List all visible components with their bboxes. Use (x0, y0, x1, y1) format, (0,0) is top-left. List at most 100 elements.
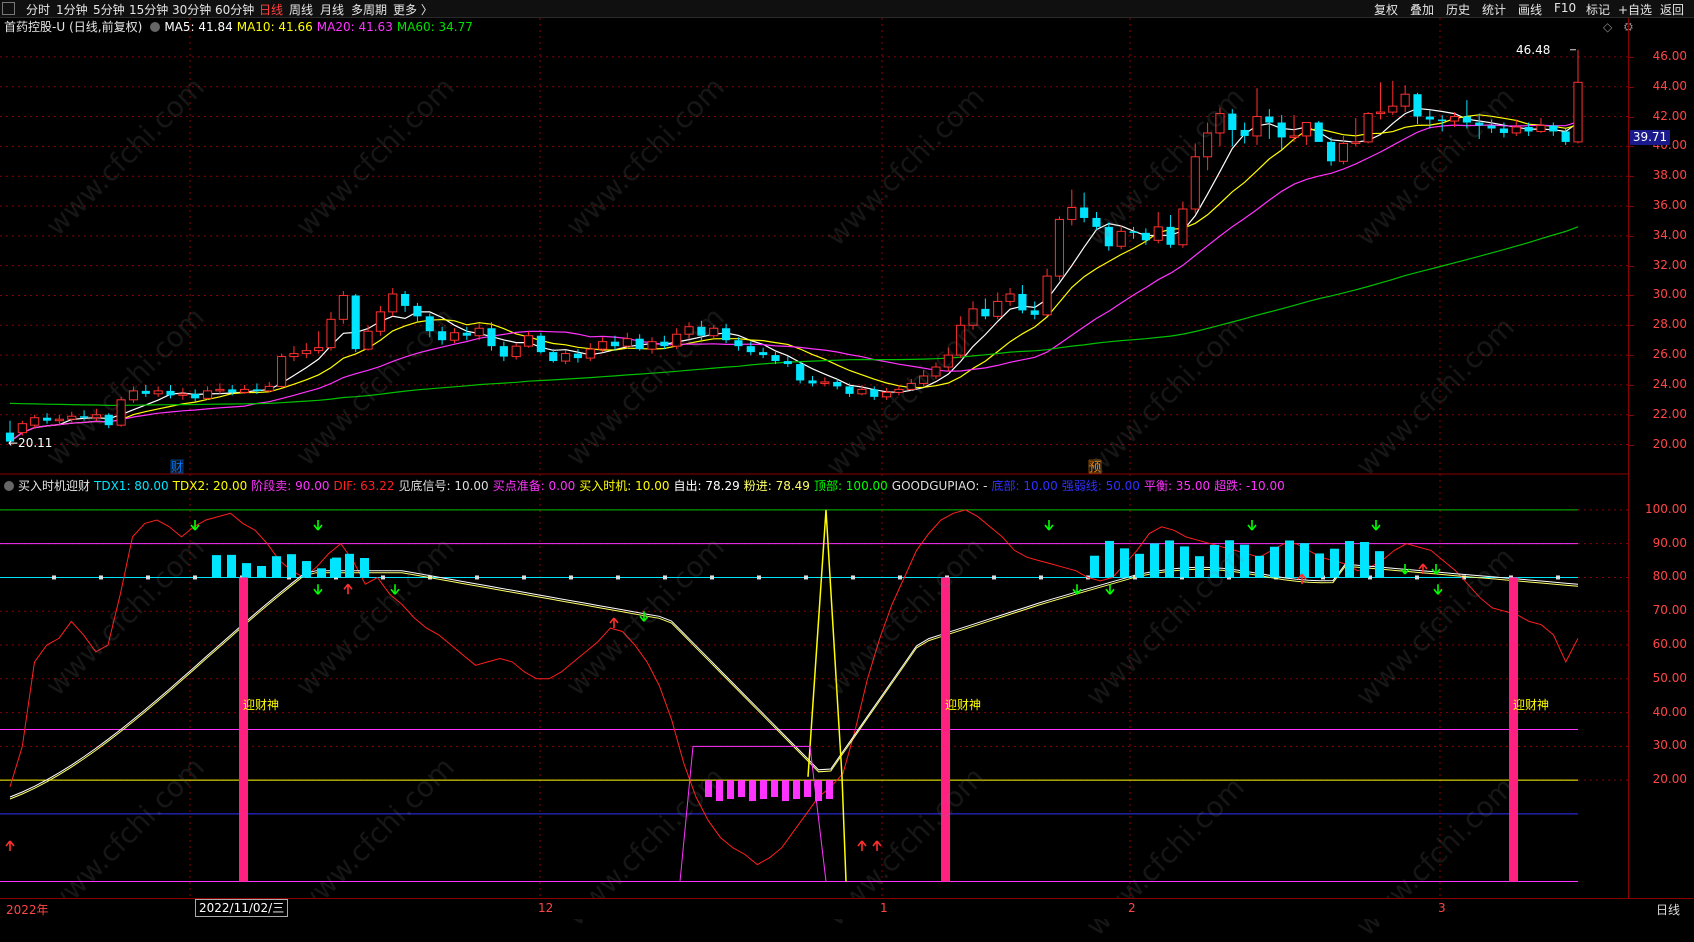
down-arrow-icon (1371, 520, 1381, 531)
candle-body (401, 293, 410, 306)
osc-tick: 20.00 (1652, 772, 1687, 787)
candle-body (622, 338, 632, 347)
osc-dot (522, 575, 526, 580)
candle-body (573, 353, 583, 359)
candle-body (363, 330, 373, 350)
ma60-value: MA60: 34.77 (396, 20, 473, 34)
candle-body (1005, 293, 1015, 302)
cyan-bar (1135, 553, 1144, 578)
candle-body (1289, 135, 1299, 138)
price-tick: 38.00 (1652, 168, 1687, 183)
candle-body (1338, 142, 1348, 162)
candle-body (1153, 226, 1163, 241)
date-cursor: 2022/11/02/三 (195, 899, 289, 917)
neg-bar (804, 780, 811, 798)
indicator-value: 见底信号: 10.00 (398, 479, 489, 493)
candle-body (536, 335, 545, 353)
settings-circle-icon[interactable] (150, 22, 161, 32)
candle-body (1511, 126, 1521, 134)
osc-tick: 90.00 (1652, 535, 1687, 550)
candle-body (610, 341, 620, 347)
candle-body (153, 390, 163, 395)
candle-body (1438, 119, 1447, 122)
candle-body (549, 352, 558, 362)
candle-body (1375, 111, 1386, 115)
price-tick: 20.00 (1652, 436, 1687, 451)
osc-dot (193, 575, 197, 580)
osc-dot (616, 575, 620, 580)
down-arrow-icon (313, 520, 323, 531)
neg-bar (771, 780, 778, 798)
indicator-settings-icon[interactable] (4, 481, 14, 491)
neg-bar (760, 780, 767, 800)
ma10-value: MA10: 41.66 (236, 20, 313, 34)
candle-body (1190, 156, 1200, 210)
high-price-label: 46.48 (1516, 43, 1550, 57)
indicator-value: 阶段卖: 90.00 (251, 479, 330, 493)
indicator-value: 超跌: -10.00 (1214, 479, 1285, 493)
indicator-name[interactable]: 买入时机迎财 (18, 479, 90, 493)
candle-body (314, 347, 324, 352)
price-tick: 42.00 (1652, 108, 1687, 123)
candle-body (981, 308, 990, 317)
candle-body (808, 380, 817, 384)
osc-dot (99, 575, 103, 580)
cyan-bar (212, 555, 221, 578)
signal-label: 迎财神 (1513, 698, 1549, 712)
candle-body (178, 393, 188, 396)
osc-dot (52, 575, 56, 580)
candle-body (202, 390, 213, 399)
stock-name[interactable]: 首药控股-U (4, 20, 65, 34)
candle-body (993, 300, 1003, 317)
up-arrow-icon (343, 583, 353, 595)
candle-body (759, 352, 768, 356)
candle-body (54, 418, 64, 422)
candle-body (585, 348, 595, 359)
candle-body (1573, 81, 1583, 143)
osc-tick: 100.00 (1645, 501, 1687, 516)
candle-body (1301, 122, 1311, 137)
down-arrow-icon (1247, 520, 1257, 531)
cyan-bar (227, 554, 236, 578)
candle-body (1265, 116, 1274, 123)
diamond-icon[interactable]: ◇ (1603, 20, 1612, 34)
ma20-line (9, 121, 1579, 443)
candle-body (1018, 293, 1027, 311)
cyan-bar (272, 556, 281, 578)
price-tick: 36.00 (1652, 198, 1687, 212)
cyan-bar (242, 563, 251, 578)
osc-dot (569, 575, 573, 580)
candle-body (734, 340, 743, 347)
candle-body (820, 381, 830, 384)
oscillator-panel: 迎财神 迎财神 迎财神 (0, 509, 1579, 916)
neg-bar (738, 780, 745, 798)
price-axis: 46.00 44.00 42.00 40.00 38.00 36.00 34.00 32.00… (1628, 18, 1694, 898)
candle-body (783, 361, 792, 365)
osc-dot (898, 575, 902, 580)
indicator-info-bar: 买入时机迎财 TDX1: 80.00 TDX2: 20.00 阶段卖: 90.00 DI… (0, 477, 1293, 495)
candle-body (375, 311, 385, 332)
candle-body (1030, 310, 1039, 315)
osc-tick: 80.00 (1652, 569, 1687, 584)
date-label: 2 (1128, 901, 1136, 915)
candle-body (1363, 113, 1373, 143)
candle-body (1141, 232, 1150, 241)
date-label: 2022年 (6, 903, 49, 917)
cyan-bar (330, 558, 339, 578)
candle-body (1277, 122, 1286, 138)
cyan-bar (1375, 551, 1384, 578)
cyan-bar (1090, 555, 1099, 578)
candle-body (845, 386, 854, 394)
candle-body (1042, 275, 1052, 316)
osc-dot (475, 575, 479, 580)
osc-dot (710, 575, 714, 580)
cyan-bar (1150, 543, 1159, 578)
indicator-value: GOODGUPIAO: - (891, 479, 988, 493)
candle-body (1351, 141, 1361, 144)
candle-body (1129, 231, 1138, 233)
cyan-bar (360, 558, 369, 578)
candle-body (511, 345, 521, 358)
candlesticks: 46.48←20.11财预 (5, 43, 1583, 474)
event-marker: 财 (171, 460, 183, 474)
cyan-bar (345, 553, 354, 578)
